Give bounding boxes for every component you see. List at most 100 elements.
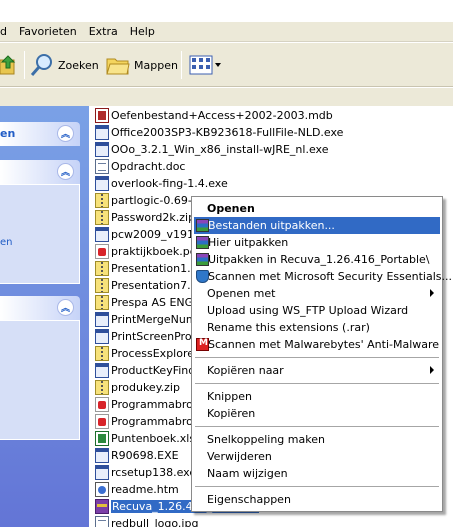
context-menu-item-label: Verwijderen [207, 450, 272, 463]
menu-tools[interactable]: Extra [83, 22, 124, 42]
up-folder-button[interactable] [0, 49, 18, 81]
views-icon [189, 55, 221, 75]
context-menu-item[interactable]: Naam wijzigen [194, 465, 440, 482]
task-group-title: en [0, 127, 16, 140]
context-menu-item[interactable]: Snelkoppeling maken [194, 431, 440, 448]
context-menu-item[interactable]: Kopiëren naar [194, 362, 440, 379]
context-menu-item[interactable]: Rename this extensions (.rar) [194, 319, 440, 336]
menu-help[interactable]: Help [124, 22, 161, 42]
collapse-icon[interactable]: ︽ [57, 125, 74, 142]
task-group-body-3 [0, 320, 80, 440]
file-row[interactable]: Prespa AS ENG_ [95, 294, 199, 311]
task-group-header-2[interactable]: ︽ [0, 160, 80, 184]
file-row[interactable]: pcw2009_v191 [95, 226, 194, 243]
task-group-header-3[interactable]: ︽ [0, 296, 80, 320]
exe-file-icon [95, 227, 109, 242]
context-menu-item[interactable]: Bestanden uitpakken... [194, 217, 440, 234]
zip-file-icon [95, 193, 109, 208]
file-name: Presentation7.zi [111, 279, 200, 292]
menu-separator [195, 383, 439, 384]
file-name: Presentation1.zi [111, 262, 200, 275]
search-icon [30, 54, 52, 76]
context-menu-item[interactable]: Hier uitpakken [194, 234, 440, 251]
context-menu-item[interactable]: Openen [194, 200, 440, 217]
file-row[interactable]: PrintMergeNum [95, 311, 197, 328]
file-row[interactable]: Puntenboek.xls [95, 430, 195, 447]
file-row[interactable]: partlogic-0.69-is [95, 192, 201, 209]
context-menu-item[interactable]: Kopiëren [194, 405, 440, 422]
context-menu-item-label: Uitpakken in Recuva_1.26.416_Portable\ [208, 253, 430, 266]
file-row[interactable]: praktijkboek.pdf [95, 243, 201, 260]
pdf-file-icon [95, 414, 109, 429]
file-name: Password2k.zip [111, 211, 196, 224]
file-row[interactable]: Presentation1.zi [95, 260, 199, 277]
file-row[interactable]: Oefenbestand+Access+2002-2003.mdb [95, 107, 333, 124]
context-menu-item[interactable]: Eigenschappen [194, 491, 440, 508]
context-menu-item-label: Scannen met Microsoft Security Essential… [208, 270, 453, 283]
views-button[interactable] [188, 49, 224, 81]
task-link[interactable]: en [0, 237, 13, 248]
context-menu-item-label: Snelkoppeling maken [207, 433, 325, 446]
context-menu-item-label: Eigenschappen [207, 493, 291, 506]
exe-file-icon [95, 329, 109, 344]
file-name: R90698.EXE [111, 449, 179, 462]
task-group-header[interactable]: en ︽ [0, 122, 80, 146]
file-name: Oefenbestand+Access+2002-2003.mdb [111, 109, 333, 122]
context-menu-item[interactable]: Knippen [194, 388, 440, 405]
menu-separator [195, 486, 439, 487]
context-menu-item[interactable]: Verwijderen [194, 448, 440, 465]
expand-icon[interactable]: ︽ [57, 163, 74, 180]
file-row[interactable]: rcsetup138.exe [95, 464, 196, 481]
expand-icon-2[interactable]: ︽ [57, 299, 74, 316]
file-name: ProcessExplorer [111, 347, 199, 360]
task-pane: en ︽ ︽ en ︽ [0, 106, 89, 527]
file-row[interactable]: overlook-fing-1.4.exe [95, 175, 228, 192]
rar-file-icon [95, 499, 109, 514]
exe-file-icon [95, 363, 109, 378]
submenu-arrow-icon [430, 289, 434, 297]
file-row[interactable]: Programmabroc [95, 396, 199, 413]
folders-button[interactable]: Mappen [106, 49, 178, 81]
file-row[interactable]: ProductKeyFind [95, 362, 195, 379]
file-row[interactable]: Presentation7.zi [95, 277, 199, 294]
search-button[interactable]: Zoeken [30, 49, 99, 81]
file-row[interactable]: Programmabroc [95, 413, 199, 430]
search-label: Zoeken [58, 58, 99, 72]
menu-separator [195, 426, 439, 427]
context-menu-item[interactable]: Openen met [194, 285, 440, 302]
htm-file-icon [95, 482, 109, 497]
mdb-file-icon [95, 108, 109, 123]
file-row[interactable]: Opdracht.doc [95, 158, 185, 175]
file-row[interactable]: produkey.zip [95, 379, 180, 396]
menu-file[interactable]: d [0, 22, 13, 42]
file-name: ProductKeyFind [111, 364, 196, 377]
context-menu-item[interactable]: Scannen met Malwarebytes' Anti-Malware [194, 336, 440, 353]
menu-favorites[interactable]: Favorieten [13, 22, 83, 42]
file-row[interactable]: ProcessExplorer [95, 345, 199, 362]
file-name: overlook-fing-1.4.exe [111, 177, 228, 190]
file-row[interactable]: PrintScreenPro4 [95, 328, 199, 345]
file-row[interactable]: OOo_3.2.1_Win_x86_install-wJRE_nl.exe [95, 141, 328, 158]
toolbar: Zoeken Mappen [0, 43, 453, 87]
file-row[interactable]: Password2k.zip [95, 209, 195, 226]
context-menu-item-label: Rename this extensions (.rar) [207, 321, 370, 334]
file-row[interactable]: Office2003SP3-KB923618-FullFile-NLD.exe [95, 124, 343, 141]
file-row[interactable]: readme.htm [95, 481, 179, 498]
file-name: Opdracht.doc [111, 160, 186, 173]
menu-bar: d Favorieten Extra Help [0, 22, 453, 42]
doc-file-icon [95, 159, 109, 174]
file-row[interactable]: redbull_logo.jpg [95, 515, 198, 527]
task-group-body: en [0, 184, 80, 284]
doc-file-icon [95, 516, 109, 527]
file-name: redbull_logo.jpg [111, 517, 199, 527]
context-menu-item-label: Naam wijzigen [207, 467, 288, 480]
context-menu-item[interactable]: Scannen met Microsoft Security Essential… [194, 268, 452, 285]
exe-file-icon [95, 176, 109, 191]
file-row[interactable]: R90698.EXE [95, 447, 179, 464]
context-menu-item-label: Kopiëren [207, 407, 256, 420]
exe-file-icon [95, 448, 109, 463]
context-menu-item[interactable]: Uitpakken in Recuva_1.26.416_Portable\ [194, 251, 440, 268]
context-menu-item[interactable]: Upload using WS_FTP Upload Wizard [194, 302, 440, 319]
folders-label: Mappen [134, 58, 178, 72]
context-menu-item-label: Bestanden uitpakken... [208, 219, 335, 232]
